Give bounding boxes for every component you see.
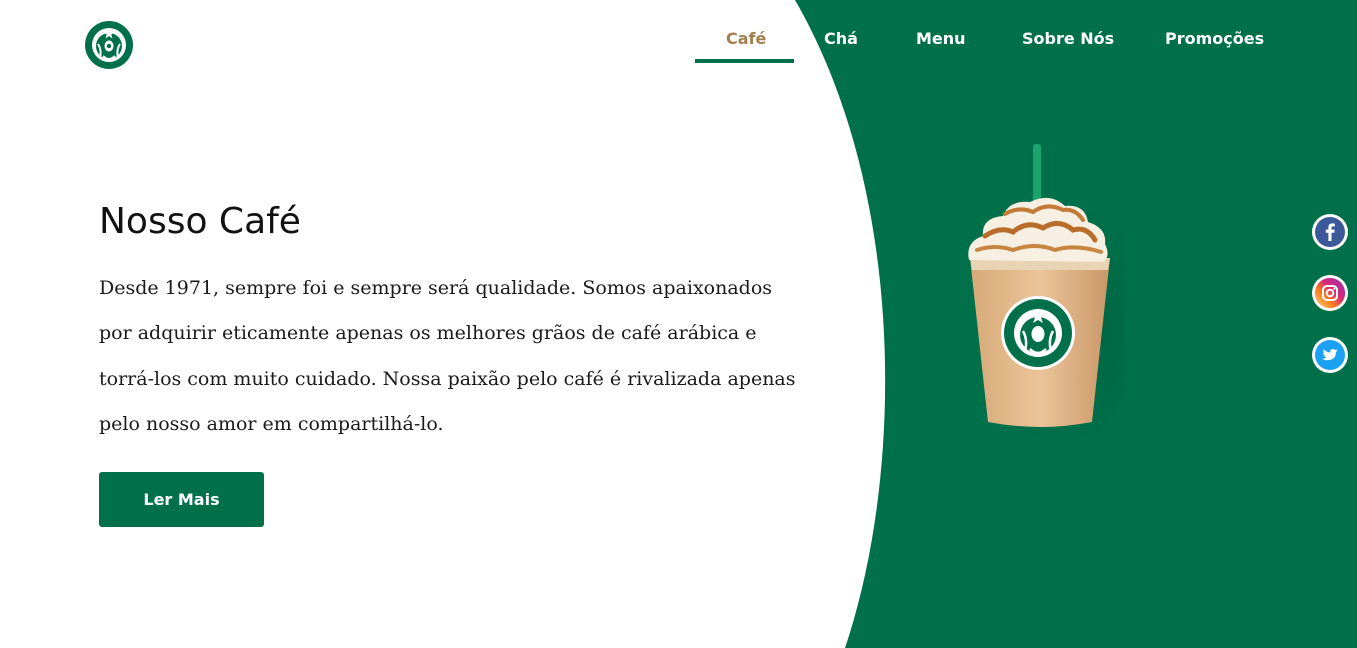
hero-section: Nosso Café Desde 1971, sempre foi e semp… xyxy=(99,198,799,447)
twitter-icon xyxy=(1315,340,1345,370)
facebook-link[interactable] xyxy=(1312,214,1348,250)
instagram-link[interactable] xyxy=(1312,275,1348,311)
twitter-link[interactable] xyxy=(1312,337,1348,373)
hero-title: Nosso Café xyxy=(99,201,301,242)
nav-item-menu[interactable]: Menu xyxy=(916,29,966,48)
main-nav: Café Chá Menu Sobre Nós Promoções xyxy=(0,0,1357,70)
nav-active-underline xyxy=(695,59,794,63)
facebook-icon xyxy=(1315,217,1345,247)
nav-item-cafe[interactable]: Café xyxy=(726,29,766,48)
nav-item-sobre-nos[interactable]: Sobre Nós xyxy=(1022,29,1114,48)
hero-description: Desde 1971, sempre foi e sempre será qua… xyxy=(99,277,796,435)
nav-item-cha[interactable]: Chá xyxy=(824,29,858,48)
instagram-icon xyxy=(1315,278,1345,308)
read-more-button[interactable]: Ler Mais xyxy=(99,472,264,527)
frappuccino-cup-icon xyxy=(965,144,1125,440)
nav-item-promocoes[interactable]: Promoções xyxy=(1165,29,1264,48)
page: Café Chá Menu Sobre Nós Promoções Nosso … xyxy=(0,0,1357,648)
